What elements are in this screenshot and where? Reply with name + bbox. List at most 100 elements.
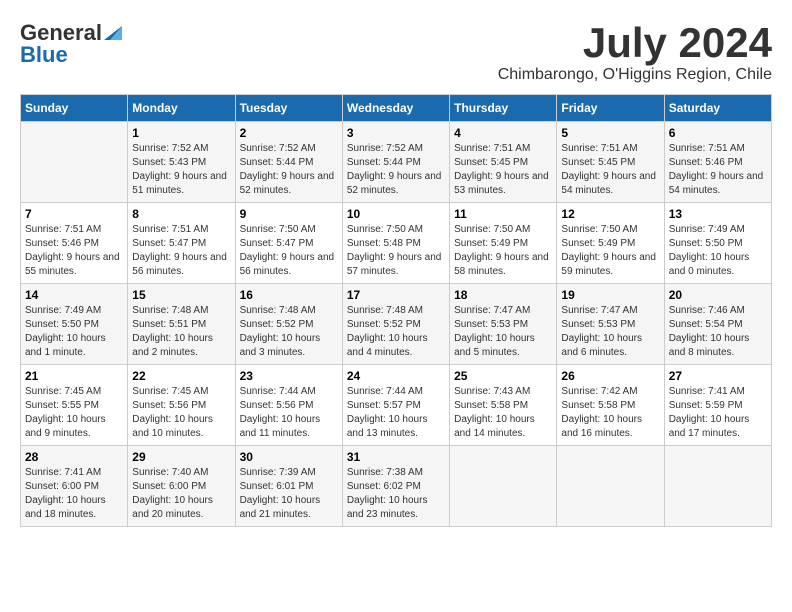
day-detail: Sunrise: 7:51 AMSunset: 5:47 PMDaylight:… xyxy=(132,223,230,279)
calendar-cell: 16 Sunrise: 7:48 AMSunset: 5:52 PMDayligh… xyxy=(235,284,342,365)
day-number: 13 xyxy=(669,207,767,221)
calendar-cell: 29 Sunrise: 7:40 AMSunset: 6:00 PMDayligh… xyxy=(128,446,235,527)
day-detail: Sunrise: 7:51 AMSunset: 5:46 PMDaylight:… xyxy=(25,223,123,279)
day-detail: Sunrise: 7:48 AMSunset: 5:51 PMDaylight:… xyxy=(132,304,230,360)
day-detail: Sunrise: 7:47 AMSunset: 5:53 PMDaylight:… xyxy=(454,304,552,360)
day-detail: Sunrise: 7:50 AMSunset: 5:47 PMDaylight:… xyxy=(240,223,338,279)
week-row-4: 21 Sunrise: 7:45 AMSunset: 5:55 PMDayligh… xyxy=(21,365,772,446)
calendar-cell: 6 Sunrise: 7:51 AMSunset: 5:46 PMDaylight… xyxy=(664,122,771,203)
week-row-3: 14Sunrise: 7:49 AMSunset: 5:50 PMDayligh… xyxy=(21,284,772,365)
day-detail: Sunrise: 7:50 AMSunset: 5:49 PMDaylight:… xyxy=(561,223,659,279)
day-detail: Sunrise: 7:38 AMSunset: 6:02 PMDaylight:… xyxy=(347,466,445,522)
day-detail: Sunrise: 7:45 AMSunset: 5:55 PMDaylight:… xyxy=(25,385,123,441)
week-row-2: 7 Sunrise: 7:51 AMSunset: 5:46 PMDaylight… xyxy=(21,203,772,284)
calendar-cell: 22Sunrise: 7:45 AMSunset: 5:56 PMDayligh… xyxy=(128,365,235,446)
calendar-cell: 10 Sunrise: 7:50 AMSunset: 5:48 PMDayligh… xyxy=(342,203,449,284)
day-detail: Sunrise: 7:41 AMSunset: 6:00 PMDaylight:… xyxy=(25,466,123,522)
calendar-cell: 31 Sunrise: 7:38 AMSunset: 6:02 PMDayligh… xyxy=(342,446,449,527)
week-row-5: 28 Sunrise: 7:41 AMSunset: 6:00 PMDayligh… xyxy=(21,446,772,527)
calendar-cell: 9 Sunrise: 7:50 AMSunset: 5:47 PMDaylight… xyxy=(235,203,342,284)
day-number: 28 xyxy=(25,450,123,464)
title-section: July 2024 Chimbarongo, O'Higgins Region,… xyxy=(498,20,772,84)
day-number: 25 xyxy=(454,369,552,383)
day-number: 29 xyxy=(132,450,230,464)
day-detail: Sunrise: 7:49 AMSunset: 5:50 PMDaylight:… xyxy=(669,223,767,279)
day-number: 15 xyxy=(132,288,230,302)
calendar-cell: 28 Sunrise: 7:41 AMSunset: 6:00 PMDayligh… xyxy=(21,446,128,527)
day-detail: Sunrise: 7:48 AMSunset: 5:52 PMDaylight:… xyxy=(240,304,338,360)
calendar-cell: 20 Sunrise: 7:46 AMSunset: 5:54 PMDayligh… xyxy=(664,284,771,365)
day-number: 1 xyxy=(132,126,230,140)
calendar-cell: 19Sunrise: 7:47 AMSunset: 5:53 PMDayligh… xyxy=(557,284,664,365)
day-number: 27 xyxy=(669,369,767,383)
calendar-cell: 8 Sunrise: 7:51 AMSunset: 5:47 PMDaylight… xyxy=(128,203,235,284)
calendar-table: SundayMondayTuesdayWednesdayThursdayFrid… xyxy=(20,94,772,527)
day-number: 24 xyxy=(347,369,445,383)
logo-bird-icon xyxy=(104,22,122,40)
calendar-cell: 12Sunrise: 7:50 AMSunset: 5:49 PMDayligh… xyxy=(557,203,664,284)
day-number: 2 xyxy=(240,126,338,140)
day-number: 17 xyxy=(347,288,445,302)
day-number: 23 xyxy=(240,369,338,383)
day-detail: Sunrise: 7:52 AMSunset: 5:43 PMDaylight:… xyxy=(132,142,230,198)
column-header-wednesday: Wednesday xyxy=(342,95,449,122)
calendar-cell: 7 Sunrise: 7:51 AMSunset: 5:46 PMDaylight… xyxy=(21,203,128,284)
calendar-cell xyxy=(664,446,771,527)
calendar-cell xyxy=(21,122,128,203)
day-number: 16 xyxy=(240,288,338,302)
calendar-cell: 23 Sunrise: 7:44 AMSunset: 5:56 PMDayligh… xyxy=(235,365,342,446)
day-detail: Sunrise: 7:46 AMSunset: 5:54 PMDaylight:… xyxy=(669,304,767,360)
calendar-cell: 18Sunrise: 7:47 AMSunset: 5:53 PMDayligh… xyxy=(450,284,557,365)
calendar-cell: 25Sunrise: 7:43 AMSunset: 5:58 PMDayligh… xyxy=(450,365,557,446)
day-detail: Sunrise: 7:52 AMSunset: 5:44 PMDaylight:… xyxy=(240,142,338,198)
calendar-cell: 21 Sunrise: 7:45 AMSunset: 5:55 PMDayligh… xyxy=(21,365,128,446)
calendar-cell: 17Sunrise: 7:48 AMSunset: 5:52 PMDayligh… xyxy=(342,284,449,365)
day-detail: Sunrise: 7:52 AMSunset: 5:44 PMDaylight:… xyxy=(347,142,445,198)
day-number: 14 xyxy=(25,288,123,302)
day-number: 11 xyxy=(454,207,552,221)
day-number: 20 xyxy=(669,288,767,302)
column-headers: SundayMondayTuesdayWednesdayThursdayFrid… xyxy=(21,95,772,122)
calendar-cell xyxy=(450,446,557,527)
day-detail: Sunrise: 7:47 AMSunset: 5:53 PMDaylight:… xyxy=(561,304,659,360)
calendar-cell: 26 Sunrise: 7:42 AMSunset: 5:58 PMDayligh… xyxy=(557,365,664,446)
column-header-thursday: Thursday xyxy=(450,95,557,122)
page-header: General Blue July 2024 Chimbarongo, O'Hi… xyxy=(20,20,772,84)
day-number: 10 xyxy=(347,207,445,221)
logo-blue-text: Blue xyxy=(20,42,68,68)
day-number: 5 xyxy=(561,126,659,140)
day-number: 9 xyxy=(240,207,338,221)
calendar-cell: 13 Sunrise: 7:49 AMSunset: 5:50 PMDayligh… xyxy=(664,203,771,284)
logo: General Blue xyxy=(20,20,122,68)
day-detail: Sunrise: 7:42 AMSunset: 5:58 PMDaylight:… xyxy=(561,385,659,441)
day-number: 6 xyxy=(669,126,767,140)
day-detail: Sunrise: 7:50 AMSunset: 5:48 PMDaylight:… xyxy=(347,223,445,279)
day-number: 21 xyxy=(25,369,123,383)
calendar-cell: 14Sunrise: 7:49 AMSunset: 5:50 PMDayligh… xyxy=(21,284,128,365)
day-detail: Sunrise: 7:44 AMSunset: 5:56 PMDaylight:… xyxy=(240,385,338,441)
day-detail: Sunrise: 7:44 AMSunset: 5:57 PMDaylight:… xyxy=(347,385,445,441)
day-detail: Sunrise: 7:50 AMSunset: 5:49 PMDaylight:… xyxy=(454,223,552,279)
calendar-cell: 2 Sunrise: 7:52 AMSunset: 5:44 PMDaylight… xyxy=(235,122,342,203)
calendar-cell: 24 Sunrise: 7:44 AMSunset: 5:57 PMDayligh… xyxy=(342,365,449,446)
week-row-1: 1 Sunrise: 7:52 AMSunset: 5:43 PMDaylight… xyxy=(21,122,772,203)
calendar-cell: 11 Sunrise: 7:50 AMSunset: 5:49 PMDayligh… xyxy=(450,203,557,284)
day-number: 7 xyxy=(25,207,123,221)
day-detail: Sunrise: 7:51 AMSunset: 5:45 PMDaylight:… xyxy=(454,142,552,198)
day-detail: Sunrise: 7:51 AMSunset: 5:45 PMDaylight:… xyxy=(561,142,659,198)
day-number: 8 xyxy=(132,207,230,221)
day-detail: Sunrise: 7:40 AMSunset: 6:00 PMDaylight:… xyxy=(132,466,230,522)
column-header-monday: Monday xyxy=(128,95,235,122)
column-header-tuesday: Tuesday xyxy=(235,95,342,122)
calendar-cell: 3Sunrise: 7:52 AMSunset: 5:44 PMDaylight… xyxy=(342,122,449,203)
column-header-friday: Friday xyxy=(557,95,664,122)
calendar-cell: 1 Sunrise: 7:52 AMSunset: 5:43 PMDaylight… xyxy=(128,122,235,203)
day-number: 31 xyxy=(347,450,445,464)
day-detail: Sunrise: 7:45 AMSunset: 5:56 PMDaylight:… xyxy=(132,385,230,441)
day-number: 30 xyxy=(240,450,338,464)
calendar-cell: 5 Sunrise: 7:51 AMSunset: 5:45 PMDaylight… xyxy=(557,122,664,203)
day-number: 26 xyxy=(561,369,659,383)
calendar-cell: 15 Sunrise: 7:48 AMSunset: 5:51 PMDayligh… xyxy=(128,284,235,365)
calendar-cell xyxy=(557,446,664,527)
day-detail: Sunrise: 7:51 AMSunset: 5:46 PMDaylight:… xyxy=(669,142,767,198)
